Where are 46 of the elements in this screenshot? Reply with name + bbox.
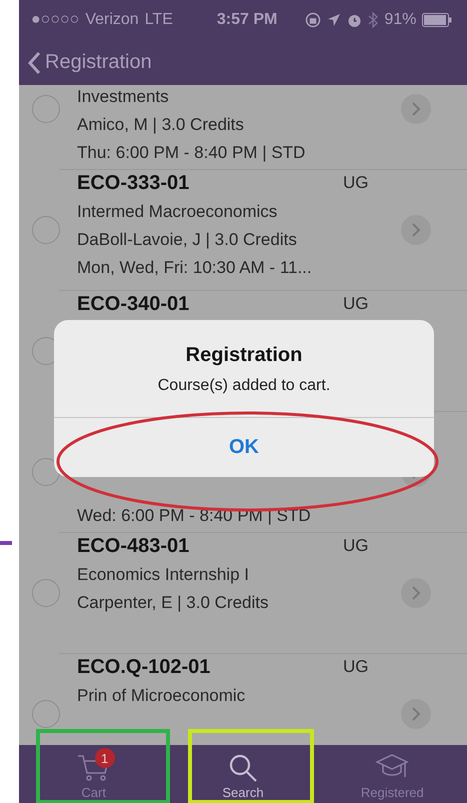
carrier-name: Verizon [85, 11, 139, 29]
course-detail: Mon, Wed, Fri: 10:30 AM - 11... [77, 257, 312, 279]
bluetooth-icon [368, 12, 378, 28]
back-label[interactable]: Registration [45, 51, 152, 74]
course-detail: Prin of Microeconomic [77, 685, 246, 707]
cart-count-badge: 1 [94, 748, 115, 768]
ok-button[interactable]: OK [54, 417, 434, 477]
course-detail: Investments [77, 86, 169, 108]
location-arrow-icon [327, 13, 342, 27]
tab-bar-item[interactable]: Registered [318, 745, 467, 803]
search-icon [228, 753, 258, 783]
course-level: UG [343, 294, 368, 314]
course-detail: Amico, M | 3.0 Credits [77, 114, 244, 136]
alarm-icon [347, 12, 362, 28]
course-detail: Economics Internship I [77, 564, 249, 586]
signal-dots: ●○○○○ [31, 11, 80, 29]
course-code: ECO.Q-102-01 [77, 656, 212, 678]
network-type: LTE [144, 11, 173, 29]
course-detail: Thu: 6:00 PM - 8:40 PM | STD [77, 142, 306, 164]
battery-percent: 91% [384, 11, 416, 29]
radio-circle[interactable] [32, 95, 60, 123]
radio-circle[interactable] [32, 579, 60, 607]
dialog-title: Registration [186, 344, 302, 367]
chevron-icon[interactable] [401, 578, 431, 608]
back-link[interactable]: Registration [27, 50, 152, 74]
battery-icon [422, 13, 452, 27]
course-code: ECO-333-01 [77, 172, 190, 194]
course-detail: Intermed Macroeconomics [77, 201, 278, 223]
course-level: UG [343, 173, 368, 193]
radio-circle[interactable] [32, 216, 60, 244]
chevron-icon[interactable] [401, 94, 431, 124]
tab-bar-item[interactable]: Cart 1 [19, 745, 168, 803]
rotation-lock-icon [305, 12, 322, 28]
back-chevron-icon [27, 50, 41, 74]
course-level: UG [343, 657, 368, 677]
status-time: 3:57 PM [216, 11, 278, 29]
course-code: ECO-340-01 [77, 292, 190, 316]
chevron-icon[interactable] [401, 215, 431, 245]
course-detail: DaBoll-Lavoie, J | 3.0 Credits [77, 229, 297, 251]
course-code: ECO-483-01 [77, 534, 190, 558]
course-detail: Carpenter, E | 3.0 Credits [77, 592, 269, 614]
chevron-icon[interactable] [401, 699, 431, 729]
course-level: UG [343, 536, 368, 556]
dialog-message: Course(s) added to cart. [158, 377, 330, 395]
tab-bar-item[interactable]: Search [168, 745, 318, 803]
radio-circle[interactable] [32, 700, 60, 728]
